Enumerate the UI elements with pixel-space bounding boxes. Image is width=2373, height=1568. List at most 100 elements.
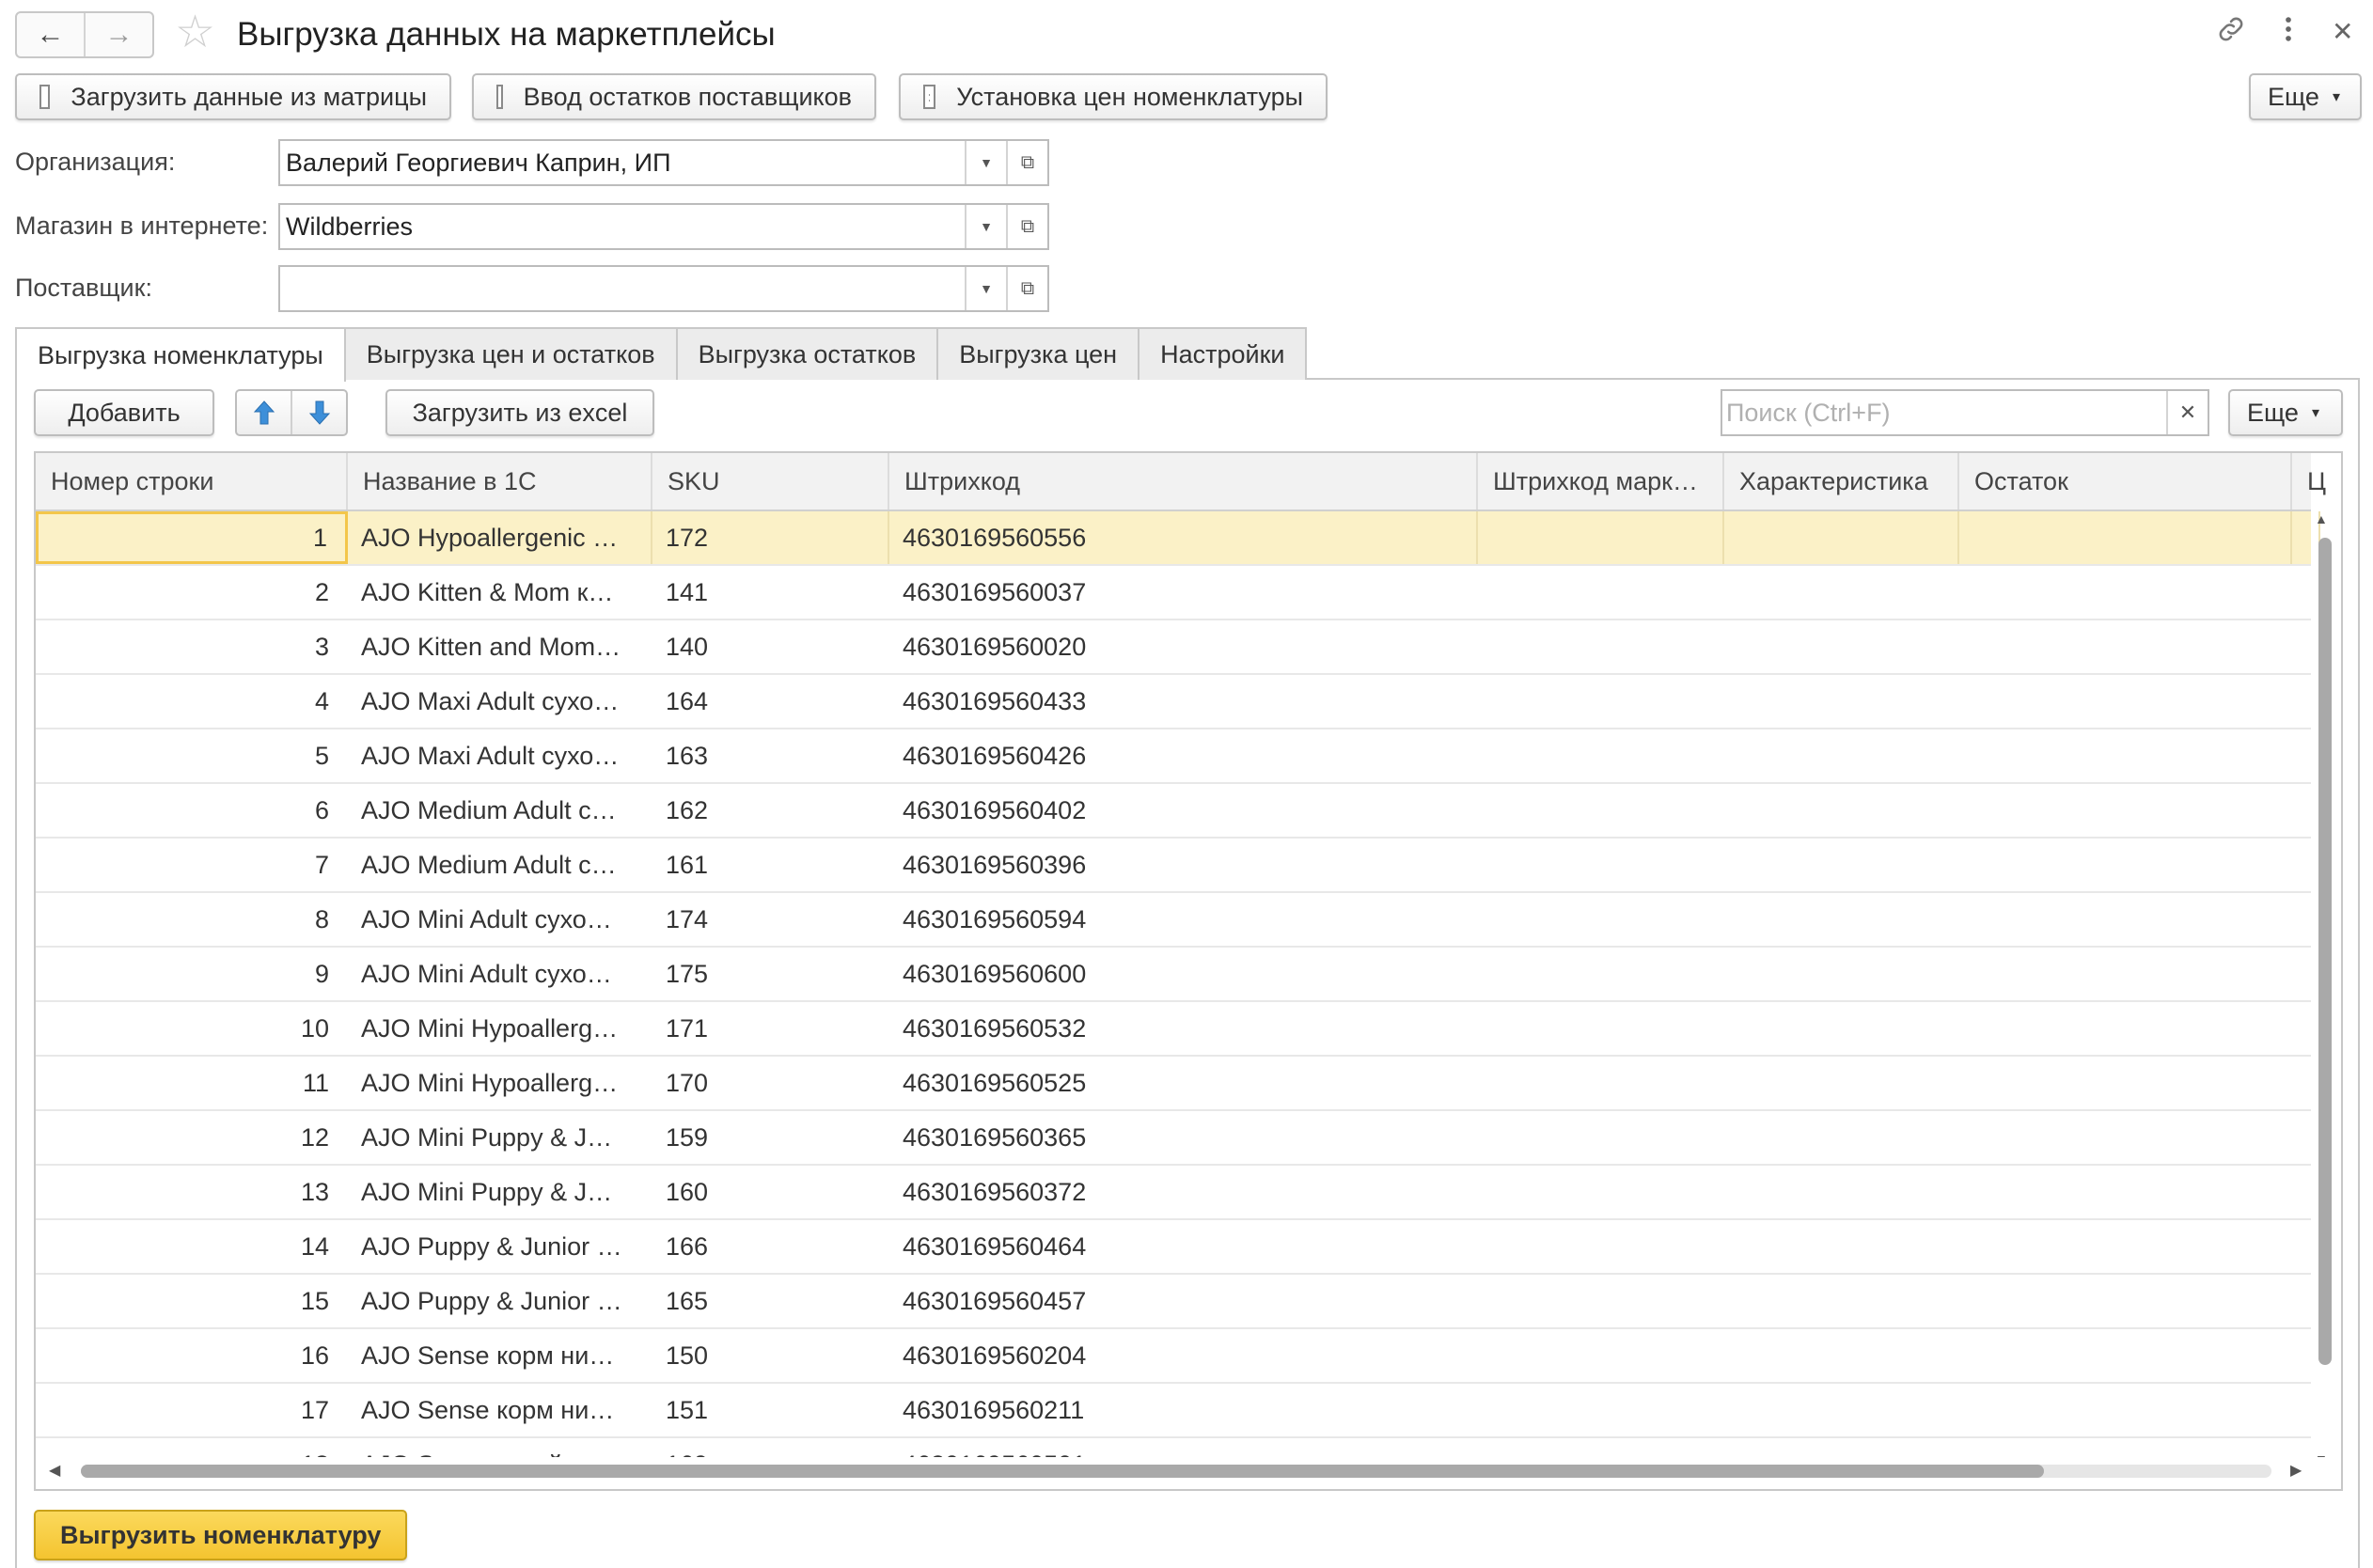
cell-sku[interactable]: 161: [652, 839, 889, 891]
cell-characteristic[interactable]: [1724, 948, 1959, 1000]
vertical-scroll-thumb[interactable]: [2318, 538, 2332, 1365]
cell-marking-barcode[interactable]: [1478, 1329, 1724, 1382]
cell-sku[interactable]: 165: [652, 1275, 889, 1327]
cell-stock[interactable]: [1959, 1329, 2292, 1382]
cell-barcode[interactable]: 4630169560433: [889, 675, 1478, 728]
cell-name[interactable]: AJO Medium Adult с…: [348, 839, 652, 891]
supplier-field[interactable]: ▼ ⧉: [278, 265, 1049, 312]
cell-characteristic[interactable]: [1724, 675, 1959, 728]
cell-row-number[interactable]: 9: [36, 948, 348, 1000]
cell-barcode[interactable]: 4630169560464: [889, 1220, 1478, 1273]
cell-marking-barcode[interactable]: [1478, 1275, 1724, 1327]
cell-name[interactable]: AJO Puppy & Junior …: [348, 1220, 652, 1273]
nomenclature-table[interactable]: Номер строки Название в 1С SKU Штрихкод …: [34, 451, 2343, 1491]
cell-row-number[interactable]: 2: [36, 566, 348, 619]
column-header-stock[interactable]: Остаток: [1959, 453, 2292, 510]
cell-row-number[interactable]: 7: [36, 839, 348, 891]
cell-barcode[interactable]: 4630169560402: [889, 784, 1478, 837]
cell-stock[interactable]: [1959, 1002, 2292, 1055]
cell-characteristic[interactable]: [1724, 839, 1959, 891]
cell-sku[interactable]: 166: [652, 1220, 889, 1273]
cell-characteristic[interactable]: [1724, 566, 1959, 619]
cell-characteristic[interactable]: [1724, 729, 1959, 782]
favorite-star-icon[interactable]: ☆: [175, 9, 215, 56]
cell-barcode[interactable]: 4630169560204: [889, 1329, 1478, 1382]
cell-stock[interactable]: [1959, 784, 2292, 837]
cell-marking-barcode[interactable]: [1478, 566, 1724, 619]
horizontal-scrollbar[interactable]: ◀ ▶: [36, 1457, 2341, 1489]
cell-marking-barcode[interactable]: [1478, 948, 1724, 1000]
cell-marking-barcode[interactable]: [1478, 839, 1724, 891]
cell-name[interactable]: AJO Sense корм ни…: [348, 1329, 652, 1382]
cell-row-number[interactable]: 5: [36, 729, 348, 782]
table-row[interactable]: 9 AJO Mini Adult сухо… 175 4630169560600: [36, 948, 2311, 1002]
cell-row-number[interactable]: 6: [36, 784, 348, 837]
table-row[interactable]: 17 AJO Sense корм ни… 151 4630169560211: [36, 1384, 2311, 1438]
cell-barcode[interactable]: 4630169560372: [889, 1166, 1478, 1218]
table-row[interactable]: 7 AJO Medium Adult с… 161 4630169560396: [36, 839, 2311, 893]
table-row[interactable]: 6 AJO Medium Adult с… 162 4630169560402: [36, 784, 2311, 839]
table-row[interactable]: 14 AJO Puppy & Junior … 166 4630169560464: [36, 1220, 2311, 1275]
cell-barcode[interactable]: 4630169560556: [889, 511, 1478, 564]
table-row[interactable]: 13 AJO Mini Puppy & J… 160 4630169560372: [36, 1166, 2311, 1220]
more-button[interactable]: Еще ▾: [2249, 73, 2362, 120]
cell-name[interactable]: AJO Kitten & Mom к…: [348, 566, 652, 619]
cell-sku[interactable]: 159: [652, 1111, 889, 1164]
cell-marking-barcode[interactable]: [1478, 1166, 1724, 1218]
cell-sku[interactable]: 162: [652, 784, 889, 837]
table-row[interactable]: 11 AJO Mini Hypoallerg… 170 4630169560525: [36, 1057, 2311, 1111]
table-row[interactable]: 3 AJO Kitten and Mom… 140 4630169560020: [36, 620, 2311, 675]
cell-row-number[interactable]: 11: [36, 1057, 348, 1109]
cell-barcode[interactable]: 4630169560426: [889, 729, 1478, 782]
cell-name[interactable]: AJO Medium Adult с…: [348, 784, 652, 837]
cell-barcode[interactable]: 4630169560457: [889, 1275, 1478, 1327]
cell-name[interactable]: AJO Mini Puppy & J…: [348, 1111, 652, 1164]
load-matrix-button[interactable]: Загрузить данные из матрицы: [15, 73, 451, 120]
cell-characteristic[interactable]: [1724, 1384, 1959, 1436]
cell-marking-barcode[interactable]: [1478, 1002, 1724, 1055]
search-input[interactable]: [1722, 391, 2166, 434]
scroll-left-icon[interactable]: ◀: [49, 1461, 60, 1480]
cell-row-number[interactable]: 1: [36, 511, 348, 564]
cell-row-number[interactable]: 16: [36, 1329, 348, 1382]
cell-characteristic[interactable]: [1724, 893, 1959, 946]
cell-row-number[interactable]: 8: [36, 893, 348, 946]
cell-characteristic[interactable]: [1724, 1057, 1959, 1109]
dropdown-icon[interactable]: ▼: [965, 141, 1006, 184]
cell-barcode[interactable]: 4630169560532: [889, 1002, 1478, 1055]
cell-row-number[interactable]: 13: [36, 1166, 348, 1218]
cell-sku[interactable]: 170: [652, 1057, 889, 1109]
cell-name[interactable]: AJO Hypoallergenic …: [348, 511, 652, 564]
cell-marking-barcode[interactable]: [1478, 1057, 1724, 1109]
horizontal-scroll-thumb[interactable]: [81, 1465, 2044, 1478]
cell-marking-barcode[interactable]: [1478, 1384, 1724, 1436]
column-header-name[interactable]: Название в 1С: [348, 453, 652, 510]
cell-row-number[interactable]: 3: [36, 620, 348, 673]
cell-barcode[interactable]: 4630169560211: [889, 1384, 1478, 1436]
cell-row-number[interactable]: 4: [36, 675, 348, 728]
cell-characteristic[interactable]: [1724, 620, 1959, 673]
cell-sku[interactable]: 141: [652, 566, 889, 619]
cell-name[interactable]: AJO Mini Hypoallerg…: [348, 1057, 652, 1109]
table-row[interactable]: 12 AJO Mini Puppy & J… 159 4630169560365: [36, 1111, 2311, 1166]
cell-sku[interactable]: 163: [652, 729, 889, 782]
cell-stock[interactable]: [1959, 1057, 2292, 1109]
scroll-up-icon[interactable]: ▲: [2315, 511, 2328, 526]
cell-marking-barcode[interactable]: [1478, 620, 1724, 673]
cell-characteristic[interactable]: [1724, 784, 1959, 837]
cell-barcode[interactable]: 4630169560020: [889, 620, 1478, 673]
open-form-icon[interactable]: ⧉: [1006, 267, 1047, 310]
column-header-barcode[interactable]: Штрихкод: [889, 453, 1478, 510]
tab-nomenclature-export[interactable]: Выгрузка номенклатуры: [15, 327, 346, 382]
cell-characteristic[interactable]: [1724, 1329, 1959, 1382]
cell-sku[interactable]: 151: [652, 1384, 889, 1436]
organization-field[interactable]: Валерий Георгиевич Каприн, ИП ▼ ⧉: [278, 139, 1049, 186]
cell-sku[interactable]: 164: [652, 675, 889, 728]
table-row[interactable]: 15 AJO Puppy & Junior … 165 4630169560457: [36, 1275, 2311, 1329]
column-header-sku[interactable]: SKU: [652, 453, 889, 510]
move-down-button[interactable]: [291, 391, 346, 434]
cell-sku[interactable]: 160: [652, 1166, 889, 1218]
column-header-marking-barcode[interactable]: Штрихкод марк…: [1478, 453, 1724, 510]
cell-stock[interactable]: [1959, 566, 2292, 619]
cell-row-number[interactable]: 12: [36, 1111, 348, 1164]
